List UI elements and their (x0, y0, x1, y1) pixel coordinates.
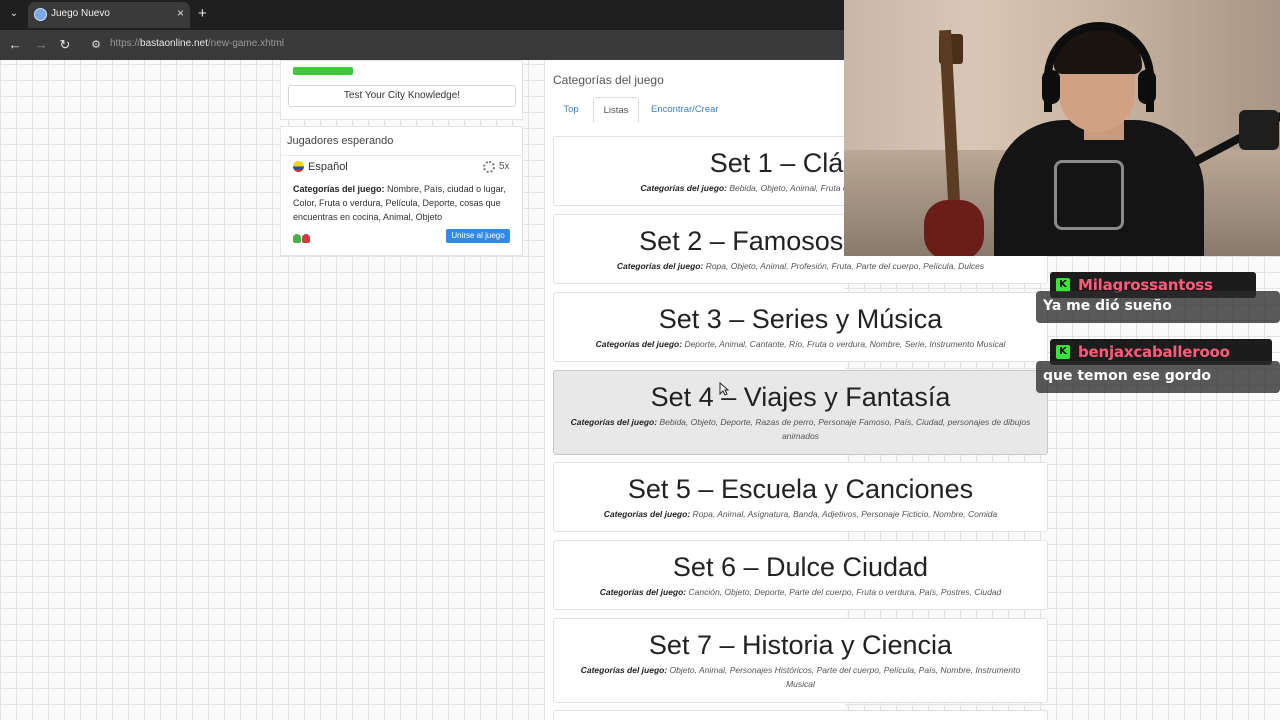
mouse-cursor-icon (719, 382, 729, 396)
set-card-8[interactable] (553, 710, 1048, 720)
quiz-card: Test Your City Knowledge! (280, 60, 523, 120)
tab-title: Juego Nuevo (51, 8, 110, 19)
categories-label: Categorías del juego: (603, 509, 691, 519)
set-title: Set 4 – Viajes y Fantasía (650, 382, 951, 412)
back-arrow-icon[interactable]: ← (6, 36, 24, 54)
browser-tab[interactable]: Juego Nuevo × (28, 2, 190, 28)
set-card-6[interactable]: Set 6 – Dulce Ciudad Categorías del jueg… (553, 540, 1048, 610)
set-categories: Categorías del juego: Canción, Objeto, D… (554, 583, 1047, 599)
url-field[interactable]: https://bastaonline.net/new-game.xhtml (110, 38, 284, 49)
kick-badge-icon: K (1056, 278, 1070, 292)
headphone-cup-left (1042, 70, 1060, 104)
set-categories: Categorías del juego: Bebida, Objeto, De… (554, 413, 1047, 443)
categories-label: Categorías del juego: (595, 339, 683, 349)
chat-text: que temon ese gordo (1043, 368, 1211, 384)
url-path: /new-game.xhtml (207, 38, 284, 49)
tab-close-icon[interactable]: × (177, 6, 184, 20)
progress-bar (293, 67, 353, 75)
game-language: Español (308, 161, 348, 173)
chat-text-row: que temon ese gordo (1036, 361, 1280, 393)
tab-find-create[interactable]: Encontrar/Crear (651, 97, 719, 123)
categories-heading: Categorías del juego (553, 73, 664, 87)
webcam-overlay (844, 0, 1280, 256)
divider (281, 155, 522, 156)
categories-label: Categorías del juego: (580, 665, 668, 675)
set-title: Set 7 – Historia y Ciencia (648, 630, 953, 660)
streamer-torso (994, 120, 1204, 256)
players-multiplier: 5x (499, 161, 510, 172)
globe-icon (34, 8, 47, 21)
set-categories: Categorías del juego: Objeto, Animal, Pe… (554, 661, 1047, 691)
set-categories-list: Bebida, Objeto, Deporte, Razas de perro,… (659, 417, 1031, 441)
reload-icon[interactable]: ↻ (56, 36, 74, 54)
set-card-5[interactable]: Set 5 – Escuela y Canciones Categorías d… (553, 462, 1048, 532)
set-categories-list: Ropa, Objeto, Animal, Profesión, Fruta, … (705, 261, 985, 271)
chat-text-row: Ya me dió sueño (1036, 291, 1280, 323)
set-title: Set 3 – Series y Música (658, 304, 943, 334)
set-card-4[interactable]: Set 4 – Viajes y Fantasía Categorías del… (553, 370, 1048, 455)
forward-arrow-icon[interactable]: → (32, 36, 50, 54)
categories-label: Categorías del juego: (570, 417, 658, 427)
categories-label: Categorías del juego: (293, 184, 385, 194)
site-info-icon[interactable]: ⚙ (88, 36, 104, 54)
loading-spinner-icon (483, 161, 495, 173)
waiting-players-title: Jugadores esperando (287, 135, 394, 147)
waiting-game-categories: Categorías del juego: Nombre, País, ciud… (293, 182, 513, 224)
categories-label: Categorías del juego: (616, 261, 704, 271)
headphone-cup-right (1138, 70, 1156, 104)
set-categories: Categorías del juego: Ropa, Objeto, Anim… (554, 257, 1047, 273)
set-categories-list: Ropa, Animal, Asignatura, Banda, Adjetiv… (692, 509, 998, 519)
colombia-flag-icon (293, 161, 304, 172)
set-title: Set 5 – Escuela y Canciones (627, 474, 974, 504)
guitar-body (924, 200, 984, 256)
set-categories-list: Canción, Objeto, Deporte, Parte del cuer… (688, 587, 1002, 597)
set-categories-list: Objeto, Animal, Personajes Históricos, P… (669, 665, 1021, 689)
url-host: bastaonline.net (140, 38, 208, 49)
categories-label: Categorías del juego: (640, 183, 727, 193)
set-card-7[interactable]: Set 7 – Historia y Ciencia Categorías de… (553, 618, 1048, 703)
tab-top[interactable]: Top (553, 97, 589, 123)
set-card-3[interactable]: Set 3 – Series y Música Categorías del j… (553, 292, 1048, 362)
chat-text: Ya me dió sueño (1043, 298, 1172, 314)
kick-badge-icon: K (1056, 345, 1070, 359)
shirt-print (1054, 160, 1124, 230)
set-categories: Categorías del juego: Deporte, Animal, C… (554, 335, 1047, 351)
chat-username: benjaxcaballerooo (1078, 343, 1230, 361)
url-scheme: https:// (110, 38, 141, 49)
player-green-icon (293, 234, 301, 243)
new-tab-button[interactable]: + (198, 5, 207, 22)
player-red-icon (302, 234, 310, 243)
players-icon (293, 230, 311, 248)
chat-message: K Milagrossantoss Ya me dió sueño (1036, 272, 1280, 332)
waiting-players-card: Jugadores esperando Español 5x Categoría… (280, 126, 523, 256)
categories-label: Categorías del juego: (599, 587, 687, 597)
set-categories: Categorías del juego: Ropa, Animal, Asig… (554, 505, 1047, 521)
tab-search-menu-icon[interactable]: ⌄ (6, 6, 22, 22)
join-game-button[interactable]: Unirse al juego (446, 229, 510, 243)
tab-listas[interactable]: Listas (593, 97, 639, 123)
chat-message: K benjaxcaballerooo que temon ese gordo (1036, 339, 1280, 399)
city-knowledge-button[interactable]: Test Your City Knowledge! (288, 85, 516, 107)
set-categories-list: Deporte, Animal, Cantante, Río, Fruta o … (684, 339, 1006, 349)
set-title: Set 6 – Dulce Ciudad (672, 552, 929, 582)
microphone (1239, 110, 1279, 150)
